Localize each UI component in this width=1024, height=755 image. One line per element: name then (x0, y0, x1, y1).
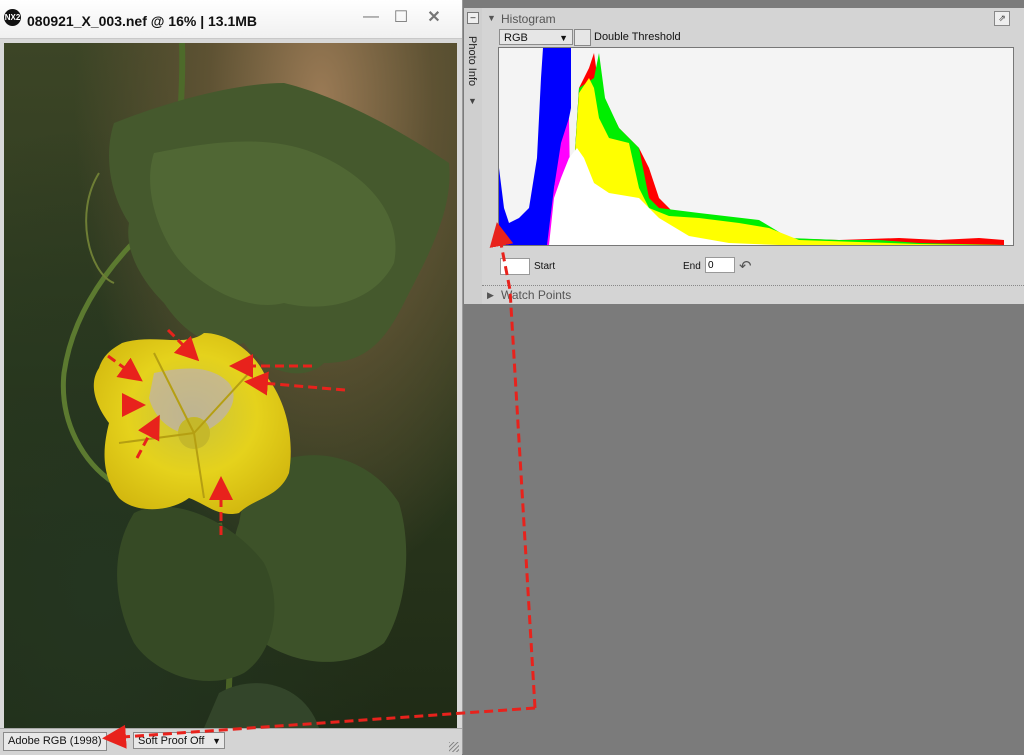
maximize-icon[interactable]: ☐ (390, 6, 412, 28)
start-input[interactable] (500, 258, 530, 275)
soft-proof-label: Soft Proof Off (138, 735, 205, 747)
resize-grip-icon[interactable] (449, 742, 459, 752)
photo-info-tab[interactable]: Photo Info (466, 36, 478, 86)
chevron-down-icon[interactable]: ▼ (468, 96, 477, 106)
double-threshold-label: Double Threshold (594, 31, 681, 43)
histogram-plot (499, 48, 1004, 245)
histogram-header[interactable]: ▼ Histogram ⇗ (482, 8, 1024, 28)
channel-select[interactable]: RGB ▼ (499, 29, 573, 45)
reset-icon[interactable]: ↶ (739, 257, 752, 275)
color-profile-label[interactable]: Adobe RGB (1998) (3, 732, 107, 751)
minimize-icon[interactable]: — (360, 6, 382, 28)
chevron-down-icon: ▼ (212, 736, 221, 746)
image-window: NX2 080921_X_003.nef @ 16% | 13.1MB — ☐ … (0, 0, 463, 755)
popout-icon[interactable]: ⇗ (994, 11, 1010, 26)
end-label: End (683, 261, 701, 272)
soft-proof-dropdown[interactable]: Soft Proof Off ▼ (133, 732, 225, 749)
photo-info-strip: – Photo Info ▼ (464, 8, 483, 304)
image-canvas[interactable] (4, 43, 457, 728)
histogram-graph[interactable] (498, 47, 1014, 246)
end-input[interactable]: 0 (705, 257, 735, 273)
histogram-title: Histogram (501, 12, 556, 26)
window-title-bar[interactable]: NX2 080921_X_003.nef @ 16% | 13.1MB — ☐ … (0, 0, 462, 39)
watch-points-header[interactable]: ▶ Watch Points (482, 285, 1024, 305)
close-icon[interactable]: ✕ (423, 6, 445, 28)
expand-triangle-icon[interactable]: ▶ (487, 290, 494, 301)
watch-points-title: Watch Points (501, 288, 572, 302)
histogram-panel: ▼ Histogram ⇗ RGB ▼ Double Threshold Sta… (482, 8, 1024, 304)
window-title: 080921_X_003.nef @ 16% | 13.1MB (27, 13, 258, 29)
collapse-triangle-icon[interactable]: ▼ (487, 13, 496, 23)
collapse-icon[interactable]: – (467, 12, 479, 24)
photo-image (60, 43, 450, 728)
app-logo-icon: NX2 (4, 9, 21, 26)
double-threshold-checkbox[interactable] (574, 29, 591, 46)
status-bar: Adobe RGB (1998) Soft Proof Off ▼ (0, 728, 462, 755)
start-label: Start (534, 261, 556, 272)
chevron-down-icon: ▼ (559, 33, 568, 43)
channel-value: RGB (504, 32, 528, 44)
